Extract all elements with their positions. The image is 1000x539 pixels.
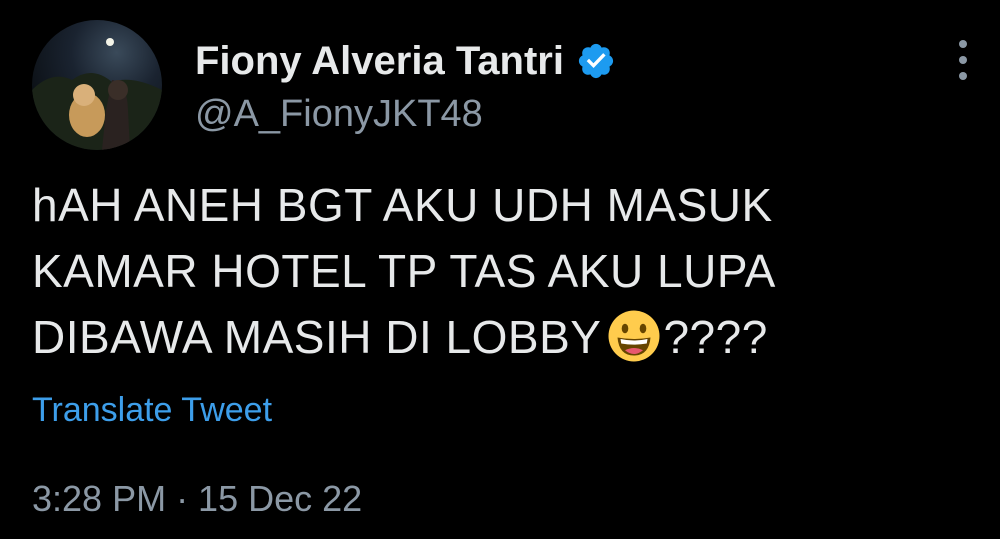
menu-dot <box>959 72 967 80</box>
verified-badge-icon <box>578 43 614 79</box>
grinning-face-emoji-icon <box>608 310 660 362</box>
tweet-text: hAH ANEH BGT AKU UDH MASUK KAMAR HOTEL T… <box>32 172 932 370</box>
tweet-line: hAH ANEH BGT AKU UDH MASUK <box>32 179 773 231</box>
author-handle[interactable]: @A_FionyJKT48 <box>195 92 483 136</box>
tweet-line: DIBAWA MASIH DI LOBBY <box>32 311 602 363</box>
menu-dot <box>959 40 967 48</box>
avatar[interactable] <box>32 20 162 150</box>
more-vertical-icon[interactable] <box>948 40 978 80</box>
profile-photo-icon <box>32 38 162 150</box>
tweet-timestamp[interactable]: 3:28 PM · 15 Dec 22 <box>32 478 362 520</box>
author-name[interactable]: Fiony Alveria Tantri <box>195 38 564 84</box>
tweet-line-last: DIBAWA MASIH DI LOBBY ???? <box>32 304 932 370</box>
translate-tweet-link[interactable]: Translate Tweet <box>32 390 272 430</box>
tweet-trailing: ???? <box>663 311 768 363</box>
tweet-line: KAMAR HOTEL TP TAS AKU LUPA <box>32 245 776 297</box>
menu-dot <box>959 56 967 64</box>
author-name-row: Fiony Alveria Tantri <box>195 38 616 84</box>
